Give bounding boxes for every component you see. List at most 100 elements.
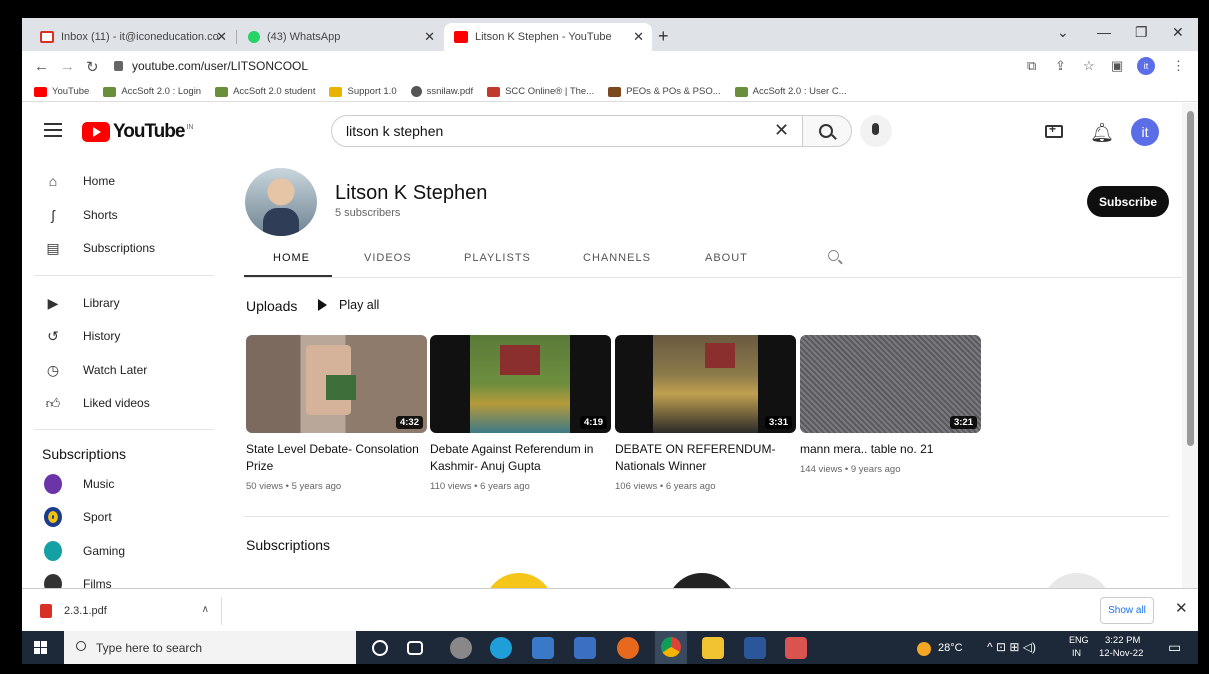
clock-time[interactable]: 3:22 PM <box>1105 635 1140 646</box>
subscribe-button[interactable]: Subscribe <box>1087 186 1169 217</box>
bookmark-accsoft-user[interactable]: AccSoft 2.0 : User C... <box>734 86 847 97</box>
snip-icon[interactable] <box>785 637 807 659</box>
tab-channels[interactable]: CHANNELS <box>583 252 651 264</box>
sidebar: ⌂ Home ʃ Shorts ▤ Subscriptions ▶︎ Library ↺… <box>22 158 215 588</box>
sidebar-item-library[interactable]: ▶︎ Library <box>22 286 215 320</box>
install-icon[interactable]: ⧉ <box>1027 58 1036 74</box>
task-view-icon[interactable] <box>407 641 423 655</box>
tab-home[interactable]: HOME <box>273 252 310 264</box>
video-card[interactable]: 4:32 State Level Debate- Consolation Pri… <box>246 335 427 492</box>
close-icon[interactable]: ✕ <box>1175 599 1188 617</box>
forward-icon[interactable]: → <box>60 58 75 75</box>
reload-icon[interactable]: ↻ <box>86 58 99 76</box>
bookmark-peos[interactable]: PEOs & POs & PSO... <box>608 86 721 97</box>
bookmark-support[interactable]: Support 1.0 <box>329 86 397 97</box>
bookmark-ssnilaw[interactable]: ssnilaw.pdf <box>410 86 473 97</box>
sidebar-item-films[interactable]: Films <box>22 567 215 588</box>
new-tab-button[interactable]: + <box>658 26 669 47</box>
bookmark-accsoft-login[interactable]: AccSoft 2.0 : Login <box>103 86 201 97</box>
create-video-icon[interactable] <box>1045 122 1063 138</box>
sidebar-item-watch-later[interactable]: ◷ Watch Later <box>22 353 215 387</box>
video-card[interactable]: 3:21 mann mera.. table no. 21 144 views … <box>800 335 981 475</box>
search-input[interactable]: litson k stephen <box>331 115 820 147</box>
page-scrollbar[interactable] <box>1182 103 1198 588</box>
cortana-icon[interactable] <box>372 640 388 656</box>
restore-icon[interactable]: ❐ <box>1135 24 1148 41</box>
video-meta: 50 views • 5 years ago <box>246 481 342 492</box>
close-window-icon[interactable]: ✕ <box>1172 24 1184 41</box>
edge-icon[interactable] <box>490 637 512 659</box>
tab-gmail[interactable]: Inbox (11) - it@iconeducation.co ✕ <box>30 23 235 51</box>
sidebar-item-gaming[interactable]: Gaming <box>22 534 215 568</box>
video-thumbnail[interactable]: 3:21 <box>800 335 981 433</box>
sidebar-item-home[interactable]: ⌂ Home <box>22 164 215 198</box>
bookmark-accsoft-student[interactable]: AccSoft 2.0 student <box>215 86 315 97</box>
logo-text: YouTube <box>113 121 185 142</box>
notification-center-icon[interactable]: ▭ <box>1168 639 1181 656</box>
chrome-alt-icon[interactable] <box>450 637 472 659</box>
sidepanel-icon[interactable]: ▣ <box>1111 58 1123 74</box>
bookmark-youtube[interactable]: YouTube <box>34 86 89 97</box>
tab-videos[interactable]: VIDEOS <box>364 252 412 264</box>
download-item[interactable]: 2.3.1.pdf ∧ <box>32 597 222 625</box>
video-title[interactable]: State Level Debate- Consolation Prize <box>246 441 427 475</box>
menu-icon[interactable] <box>44 123 62 141</box>
scrollbar-thumb[interactable] <box>1187 111 1194 446</box>
video-thumbnail[interactable]: 4:32 <box>246 335 427 433</box>
youtube-logo[interactable]: YouTube IN <box>82 121 193 143</box>
share-icon[interactable]: ⇪ <box>1055 58 1066 74</box>
tab-search-icon[interactable]: ⌄ <box>1057 24 1069 41</box>
clock-date[interactable]: 12-Nov-22 <box>1099 648 1143 659</box>
tab-about[interactable]: ABOUT <box>705 252 748 264</box>
menu-kebab-icon[interactable]: ⋮ <box>1172 58 1185 74</box>
channel-search-icon[interactable] <box>828 250 839 261</box>
video-title[interactable]: Debate Against Referendum in Kashmir- An… <box>430 441 611 475</box>
voice-search-button[interactable] <box>860 115 892 147</box>
taskbar-search-input[interactable]: Type here to search <box>64 631 356 664</box>
sidebar-item-sport[interactable]: Sport <box>22 500 215 534</box>
play-all-button[interactable]: Play all <box>318 298 379 312</box>
video-thumbnail[interactable]: 3:31 <box>615 335 796 433</box>
back-icon[interactable]: ← <box>34 58 49 75</box>
chrome-active-tile[interactable] <box>655 631 687 664</box>
video-card[interactable]: 3:31 DEBATE ON REFERENDUM- Nationals Win… <box>615 335 796 492</box>
minimize-icon[interactable]: — <box>1097 24 1111 40</box>
tab-youtube[interactable]: Litson K Stephen - YouTube ✕ <box>444 23 652 51</box>
bookmark-star-icon[interactable]: ☆ <box>1083 58 1095 74</box>
close-icon[interactable]: ✕ <box>633 29 644 45</box>
sidebar-item-music[interactable]: Music <box>22 467 215 501</box>
mail-icon[interactable] <box>574 637 596 659</box>
video-title[interactable]: DEBATE ON REFERENDUM- Nationals Winner <box>615 441 796 475</box>
video-title[interactable]: mann mera.. table no. 21 <box>800 441 981 458</box>
sidebar-item-history[interactable]: ↺ History <box>22 319 215 353</box>
youtube-play-icon <box>82 122 110 142</box>
account-avatar[interactable]: it <box>1131 118 1159 146</box>
close-icon[interactable]: ✕ <box>424 29 435 45</box>
store-icon[interactable] <box>532 637 554 659</box>
video-thumbnail[interactable]: 4:19 <box>430 335 611 433</box>
clear-search-icon[interactable]: ✕ <box>774 120 789 141</box>
bookmark-scc-online[interactable]: SCC Online® | The... <box>487 86 594 97</box>
url-field[interactable]: youtube.com/user/LITSONCOOL <box>114 54 1014 78</box>
youtube-icon <box>454 31 468 43</box>
sidebar-item-subscriptions[interactable]: ▤ Subscriptions <box>22 231 215 265</box>
tab-playlists[interactable]: PLAYLISTS <box>464 252 531 264</box>
notifications-bell-icon[interactable]: 🔔︎ <box>1090 121 1114 145</box>
show-all-button[interactable]: Show all <box>1100 597 1154 624</box>
weather-icon[interactable] <box>917 642 931 656</box>
video-card[interactable]: 4:19 Debate Against Referendum in Kashmi… <box>430 335 611 492</box>
tray-icons[interactable]: ^ ⊡ ⊞ ◁) <box>987 640 1036 654</box>
windows-start-icon[interactable] <box>34 641 48 655</box>
channel-avatar[interactable] <box>245 168 317 236</box>
sidebar-item-liked-videos[interactable]: 👍︎ Liked videos <box>22 386 215 420</box>
word-icon[interactable] <box>744 637 766 659</box>
search-button[interactable] <box>802 115 852 147</box>
chevron-up-icon[interactable]: ∧ <box>202 604 209 615</box>
close-icon[interactable]: ✕ <box>216 29 227 45</box>
sidebar-item-shorts[interactable]: ʃ Shorts <box>22 198 215 232</box>
browser-profile-avatar[interactable]: it <box>1137 57 1155 75</box>
file-explorer-icon[interactable] <box>702 637 724 659</box>
tab-whatsapp[interactable]: (43) WhatsApp ✕ <box>238 23 443 51</box>
language-label[interactable]: ENG <box>1069 635 1089 645</box>
firefox-icon[interactable] <box>617 637 639 659</box>
